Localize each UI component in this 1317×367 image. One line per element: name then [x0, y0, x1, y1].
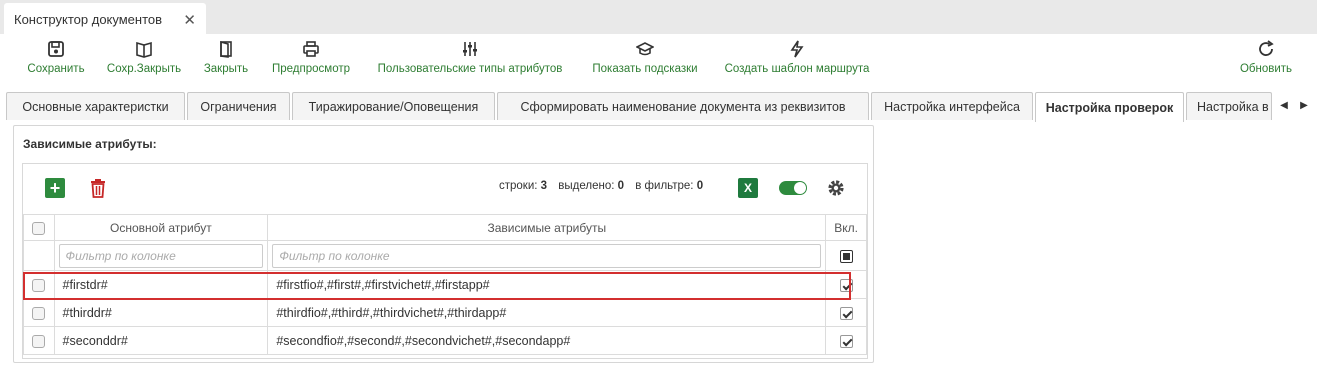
save-close-button[interactable]: Сохр.Закрыть — [104, 40, 184, 84]
trash-icon — [91, 179, 105, 198]
filtered-count: 0 — [696, 180, 704, 192]
filter-dependent-input[interactable] — [272, 243, 822, 268]
tab-label: Тиражирование/Оповещения — [308, 99, 479, 114]
attr-types-label: Пользовательские типы атрибутов — [377, 63, 563, 75]
filter-main-input[interactable] — [58, 243, 264, 268]
close-label: Закрыть — [203, 63, 249, 75]
create-route-template-button[interactable]: Создать шаблон маршрута — [719, 40, 875, 84]
refresh-icon — [1259, 40, 1274, 56]
enabled-cell — [825, 326, 867, 355]
row-select-checkbox[interactable] — [32, 278, 46, 292]
close-button[interactable]: Закрыть — [200, 40, 252, 84]
preview-label: Предпросмотр — [272, 63, 350, 75]
rows-label: строки: — [499, 180, 538, 192]
filter-row — [23, 240, 867, 271]
dependent-attributes-cell[interactable]: #thirdfio#,#third#,#thirdvichet#,#thirda… — [267, 298, 827, 327]
selected-count: 0 — [617, 180, 625, 192]
column-header-enabled[interactable]: Вкл. — [825, 214, 867, 241]
excel-export-button[interactable]: X — [738, 178, 758, 198]
refresh-label: Обновить — [1239, 63, 1293, 75]
filter-main-cell — [53, 240, 269, 271]
filter-empty-cell — [23, 240, 55, 271]
settings-tabs: Основные характеристки Ограничения Тираж… — [0, 92, 1317, 122]
dependent-attributes-cell[interactable]: #secondfio#,#second#,#secondvichet#,#sec… — [267, 326, 827, 355]
table-header-row: Основной атрибут Зависимые атрибуты Вкл. — [23, 214, 867, 241]
row-select-checkbox[interactable] — [32, 306, 46, 320]
main-attribute-cell[interactable]: #thirddr# — [53, 298, 269, 327]
rows-count: 3 — [540, 180, 548, 192]
table-row[interactable]: #seconddr# #secondfio#,#second#,#secondv… — [23, 326, 867, 355]
row-select-cell — [23, 326, 55, 355]
tab-label: Ограничения — [200, 99, 277, 114]
filtered-label: в фильтре: — [635, 180, 694, 192]
panel-title: Зависимые атрибуты: — [23, 137, 157, 151]
tab-label: Настройка интерфейса — [884, 99, 1020, 114]
attr-types-button[interactable]: Пользовательские типы атрибутов — [370, 40, 570, 84]
tab-restrictions[interactable]: Ограничения — [187, 92, 290, 120]
main-attribute-cell[interactable]: #firstdr# — [53, 270, 269, 299]
tab-label: Сформировать наименование документа из р… — [520, 99, 846, 114]
sliders-icon — [463, 42, 477, 56]
dependent-attributes-cell[interactable]: #firstfio#,#first#,#firstvichet#,#firsta… — [267, 270, 827, 299]
dependent-attributes-grid: + строки: 3 выделено: 0 в фильтре: 0 X О… — [22, 163, 868, 359]
save-close-icon — [136, 41, 152, 58]
table-row[interactable]: #thirddr# #thirdfio#,#third#,#thirdviche… — [23, 298, 867, 327]
filter-enabled-checkbox[interactable] — [839, 249, 853, 263]
save-button[interactable]: Сохранить — [24, 40, 88, 84]
preview-button[interactable]: Предпросмотр — [268, 40, 354, 84]
tab-document-name[interactable]: Сформировать наименование документа из р… — [497, 92, 869, 120]
gear-icon[interactable] — [826, 178, 846, 198]
printer-icon — [303, 41, 319, 57]
enabled-checkbox[interactable] — [839, 334, 853, 348]
select-all-cell — [23, 214, 55, 241]
refresh-button[interactable]: Обновить — [1236, 40, 1296, 84]
grid-toolbar: + строки: 3 выделено: 0 в фильтре: 0 X — [23, 164, 867, 214]
lightning-icon — [790, 40, 804, 58]
close-icon[interactable]: ✕ — [183, 11, 196, 29]
filter-enabled-cell — [825, 240, 867, 271]
row-select-checkbox[interactable] — [32, 334, 46, 348]
delete-row-button[interactable] — [89, 178, 107, 198]
show-hints-button[interactable]: Показать подсказки — [587, 40, 703, 84]
save-close-label: Сохр.Закрыть — [106, 63, 182, 75]
show-hints-label: Показать подсказки — [592, 63, 698, 75]
enabled-cell — [825, 270, 867, 299]
enabled-checkbox[interactable] — [839, 278, 853, 292]
select-all-checkbox[interactable] — [32, 221, 46, 235]
tab-settings-more[interactable]: Настройка в — [1186, 92, 1272, 120]
grid-stats: строки: 3 выделено: 0 в фильтре: 0 — [499, 180, 711, 192]
tab-scroll-left-icon[interactable]: ◀ — [1274, 94, 1294, 116]
tab-check-settings[interactable]: Настройка проверок — [1035, 92, 1184, 122]
dependent-attributes-panel: Зависимые атрибуты: + строки: 3 выделено… — [13, 125, 874, 363]
selected-label: выделено: — [558, 180, 615, 192]
create-route-template-label: Создать шаблон маршрута — [724, 63, 870, 75]
main-attribute-cell[interactable]: #seconddr# — [53, 326, 269, 355]
column-header-main[interactable]: Основной атрибут — [53, 214, 269, 241]
tab-label: Настройка в — [1197, 99, 1269, 114]
enabled-checkbox[interactable] — [839, 306, 853, 320]
attributes-table: Основной атрибут Зависимые атрибуты Вкл.… — [23, 214, 867, 355]
table-row[interactable]: #firstdr# #firstfio#,#first#,#firstviche… — [23, 270, 867, 299]
grid-toggle[interactable] — [779, 181, 807, 195]
add-row-button[interactable]: + — [45, 178, 65, 198]
tab-interface-settings[interactable]: Настройка интерфейса — [871, 92, 1033, 120]
tab-label: Основные характеристки — [22, 99, 169, 114]
save-icon — [48, 41, 64, 57]
toolbar: Сохранить Сохр.Закрыть Закрыть Предпросм… — [0, 34, 1317, 86]
filter-dependent-cell — [267, 240, 827, 271]
tab-main-characteristics[interactable]: Основные характеристки — [6, 92, 185, 120]
row-select-cell — [23, 270, 55, 299]
tab-label: Настройка проверок — [1045, 100, 1174, 115]
tab-replication[interactable]: Тиражирование/Оповещения — [292, 92, 495, 120]
enabled-cell — [825, 298, 867, 327]
column-header-dependent[interactable]: Зависимые атрибуты — [267, 214, 827, 241]
save-label: Сохранить — [27, 63, 85, 75]
document-tab-title: Конструктор документов — [14, 11, 163, 27]
row-select-cell — [23, 298, 55, 327]
tab-scroll-right-icon[interactable]: ▶ — [1294, 94, 1314, 116]
door-icon — [220, 40, 232, 58]
window-tabbar: Конструктор документов ✕ — [0, 0, 1317, 35]
graduation-cap-icon — [636, 42, 654, 56]
document-tab[interactable]: Конструктор документов ✕ — [4, 3, 206, 35]
